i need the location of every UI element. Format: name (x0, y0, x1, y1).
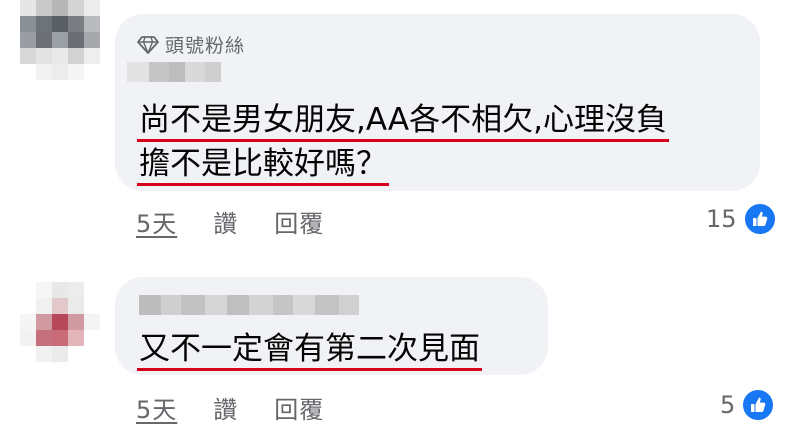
reply-button[interactable]: 回覆 (274, 390, 324, 425)
reply-button[interactable]: 回覆 (274, 204, 324, 239)
comment-bubble: 頭號粉絲 尚不是男女朋友,AA各不相欠,心理沒負 擔不是比較好嗎？ (115, 14, 760, 191)
badge-label: 頭號粉絲 (165, 35, 246, 57)
commenter-name[interactable] (127, 62, 221, 82)
top-fan-badge[interactable]: 頭號粉絲 (137, 31, 245, 58)
like-thumb-icon (742, 202, 777, 236)
like-thumb-icon (741, 388, 776, 422)
avatar[interactable] (20, 282, 100, 362)
red-underline (137, 139, 669, 142)
reaction-summary[interactable]: 15 (706, 202, 777, 236)
comment-actions: 5天 讚 回覆 (136, 390, 324, 425)
timestamp-link[interactable]: 5天 (136, 390, 177, 425)
comment-bubble: 又不一定會有第二次見面 (115, 277, 548, 375)
comment-text-line: 尚不是男女朋友,AA各不相欠,心理沒負 (137, 100, 669, 142)
commenter-name[interactable] (139, 295, 359, 315)
red-underline (137, 183, 389, 186)
comment-actions: 5天 讚 回覆 (136, 204, 324, 239)
like-button[interactable]: 讚 (213, 390, 238, 425)
diamond-icon (137, 35, 159, 54)
red-underline (137, 368, 482, 371)
like-button[interactable]: 讚 (213, 204, 238, 239)
reaction-summary[interactable]: 5 (720, 388, 776, 422)
reaction-count: 5 (720, 391, 736, 419)
comment-text-line: 擔不是比較好嗎？ (137, 144, 389, 186)
reaction-count: 15 (706, 205, 737, 233)
timestamp-link[interactable]: 5天 (136, 204, 177, 239)
comment-text-line: 又不一定會有第二次見面 (137, 329, 482, 371)
avatar[interactable] (20, 0, 100, 80)
